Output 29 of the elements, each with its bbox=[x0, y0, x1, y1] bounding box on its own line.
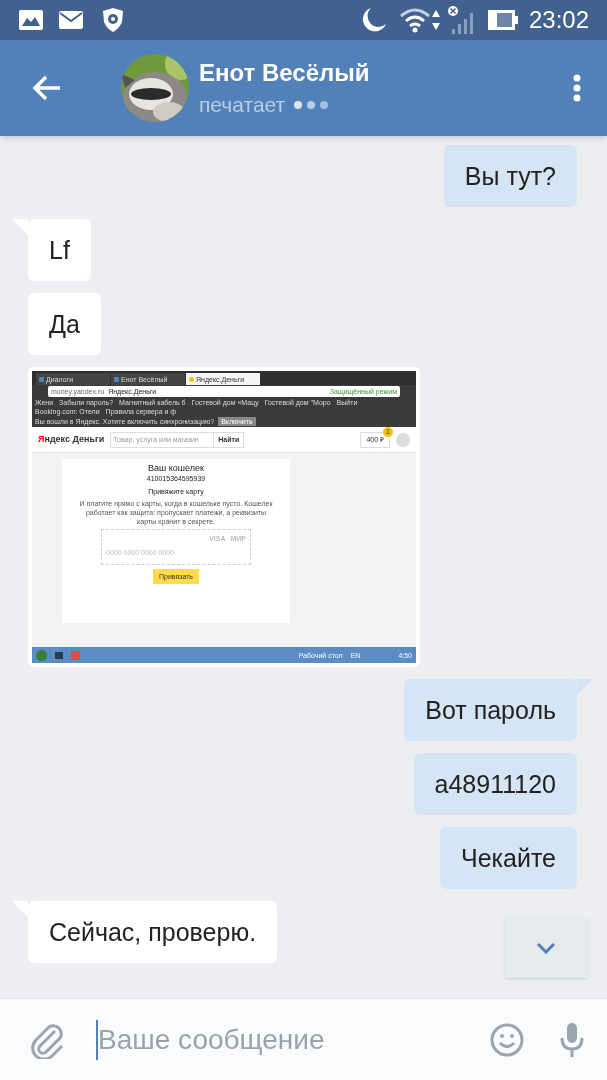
tab-favicon-icon bbox=[189, 376, 194, 382]
back-arrow-icon bbox=[32, 75, 62, 101]
user-avatar-icon[interactable] bbox=[396, 432, 410, 447]
message-bubble: a48911120 bbox=[413, 753, 577, 815]
smiley-icon bbox=[489, 1021, 525, 1058]
chevron-down-icon bbox=[536, 942, 556, 954]
data-arrows-icon bbox=[430, 9, 441, 31]
microphone-icon bbox=[560, 1021, 584, 1058]
wifi-icon bbox=[398, 7, 431, 33]
typing-dots-icon bbox=[293, 100, 330, 110]
tab-favicon-icon bbox=[39, 376, 44, 382]
battery-icon bbox=[486, 9, 519, 31]
shield-icon bbox=[102, 7, 124, 33]
mail-icon bbox=[58, 10, 84, 30]
message-bubble: Чекайте bbox=[440, 827, 577, 889]
more-icon bbox=[573, 74, 581, 102]
clock: 23:02 bbox=[528, 5, 589, 35]
gallery-icon bbox=[18, 9, 44, 31]
tab-favicon-icon bbox=[114, 376, 119, 382]
wallet-title: Ваш кошелек bbox=[148, 463, 204, 474]
site-logo: Яндекс Деньги bbox=[38, 435, 105, 444]
message-bubble: Вы тут? bbox=[443, 145, 577, 207]
text-cursor bbox=[96, 1019, 98, 1060]
message-composer[interactable]: Ваше сообщение bbox=[0, 998, 607, 1080]
message-bubble: Да bbox=[28, 293, 101, 355]
start-icon[interactable] bbox=[36, 649, 47, 661]
contact-name: Енот Весёлый bbox=[199, 58, 370, 88]
typing-status: печатает bbox=[199, 92, 286, 118]
message-field[interactable]: Ваше сообщение bbox=[98, 1017, 477, 1062]
